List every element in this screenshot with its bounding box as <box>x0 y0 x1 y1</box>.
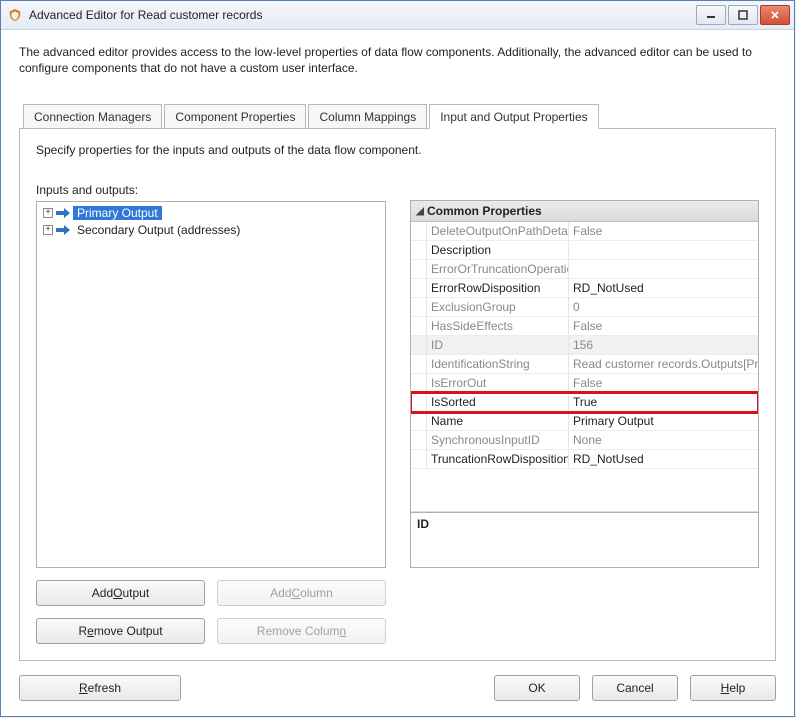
prop-row-hassideeffects[interactable]: HasSideEffects False <box>411 317 758 336</box>
remove-column-button: Remove Column <box>217 618 386 644</box>
prop-row-exclusiongroup[interactable]: ExclusionGroup 0 <box>411 298 758 317</box>
inputs-outputs-tree[interactable]: + Primary Output + <box>36 201 386 568</box>
expand-icon[interactable]: + <box>43 225 53 235</box>
property-grid[interactable]: ◢ Common Properties DeleteOutputOnPathDe… <box>410 200 759 568</box>
tree-item-label: Secondary Output (addresses) <box>73 223 244 237</box>
add-column-button: Add Column <box>217 580 386 606</box>
output-arrow-icon <box>55 223 71 237</box>
help-button[interactable]: Help <box>690 675 776 701</box>
tree-item-label: Primary Output <box>73 206 162 220</box>
intro-text: The advanced editor provides access to t… <box>19 44 776 76</box>
prop-row-iserrorout[interactable]: IsErrorOut False <box>411 374 758 393</box>
prop-row-name[interactable]: Name Primary Output <box>411 412 758 431</box>
prop-row-deleteoutputonpathdetached[interactable]: DeleteOutputOnPathDetac False <box>411 222 758 241</box>
minimize-button[interactable] <box>696 5 726 25</box>
propgrid-group-name: Common Properties <box>427 204 542 218</box>
window-buttons <box>696 5 790 25</box>
titlebar: Advanced Editor for Read customer record… <box>1 1 794 30</box>
output-arrow-icon <box>55 206 71 220</box>
close-button[interactable] <box>760 5 790 25</box>
tree-item-secondary-output[interactable]: + Secondary Output (addresses) <box>37 221 385 238</box>
expand-icon[interactable]: + <box>43 208 53 218</box>
tree-item-primary-output[interactable]: + Primary Output <box>37 204 385 221</box>
tab-connection-managers[interactable]: Connection Managers <box>23 104 162 128</box>
tab-component-properties[interactable]: Component Properties <box>164 104 306 128</box>
prop-row-synchronousinputid[interactable]: SynchronousInputID None <box>411 431 758 450</box>
inputs-outputs-label: Inputs and outputs: <box>36 183 386 197</box>
tab-column-mappings[interactable]: Column Mappings <box>308 104 427 128</box>
prop-row-truncationrowdisposition[interactable]: TruncationRowDisposition RD_NotUsed <box>411 450 758 469</box>
prop-row-errorrowdisposition[interactable]: ErrorRowDisposition RD_NotUsed <box>411 279 758 298</box>
app-icon <box>7 7 23 23</box>
cancel-button[interactable]: Cancel <box>592 675 678 701</box>
add-output-button[interactable]: Add Output <box>36 580 205 606</box>
collapse-icon[interactable]: ◢ <box>413 206 427 217</box>
propgrid-group-header[interactable]: ◢ Common Properties <box>411 201 758 222</box>
prop-row-issorted[interactable]: IsSorted True <box>411 393 758 412</box>
prop-row-id[interactable]: ID 156 <box>411 336 758 355</box>
instruction-text: Specify properties for the inputs and ou… <box>36 143 759 157</box>
tab-strip: Connection Managers Component Properties… <box>19 104 776 129</box>
prop-row-identificationstring[interactable]: IdentificationString Read customer recor… <box>411 355 758 374</box>
refresh-button[interactable]: Refresh <box>19 675 181 701</box>
prop-row-description[interactable]: Description <box>411 241 758 260</box>
tab-io-properties[interactable]: Input and Output Properties <box>429 104 598 129</box>
tab-body: Specify properties for the inputs and ou… <box>19 129 776 661</box>
prop-row-errorortruncationoperation[interactable]: ErrorOrTruncationOperatio <box>411 260 758 279</box>
propgrid-description-pane: ID <box>411 512 758 567</box>
propgrid-desc-name: ID <box>417 517 752 531</box>
dialog-button-row: Refresh OK Cancel Help <box>19 675 776 701</box>
maximize-button[interactable] <box>728 5 758 25</box>
remove-output-button[interactable]: Remove Output <box>36 618 205 644</box>
window-title: Advanced Editor for Read customer record… <box>29 8 696 22</box>
ok-button[interactable]: OK <box>494 675 580 701</box>
